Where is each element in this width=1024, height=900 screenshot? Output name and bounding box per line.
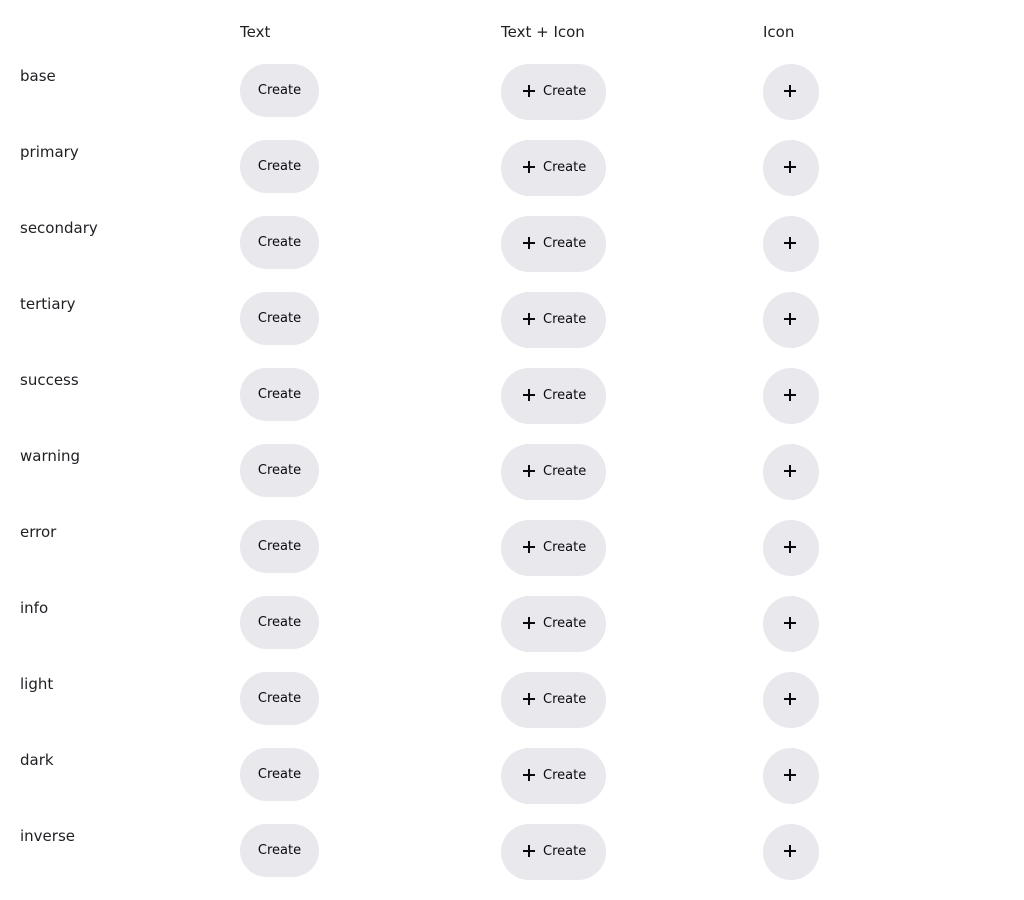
create-button-icon[interactable] bbox=[763, 140, 819, 196]
variant-label: warning bbox=[20, 447, 81, 465]
plus-icon bbox=[784, 161, 797, 174]
variant-label: inverse bbox=[20, 827, 75, 845]
plus-icon bbox=[784, 85, 797, 98]
create-button-icon[interactable] bbox=[763, 444, 819, 500]
plus-icon bbox=[784, 769, 797, 782]
variant-row: info Create Create bbox=[0, 596, 1024, 672]
plus-icon bbox=[784, 617, 797, 630]
create-button-text[interactable]: Create bbox=[240, 824, 319, 877]
create-button-text[interactable]: Create bbox=[240, 64, 319, 117]
create-button-icon[interactable] bbox=[763, 824, 819, 880]
create-button-label: Create bbox=[543, 312, 587, 327]
create-button-label: Create bbox=[543, 464, 587, 479]
variant-label: success bbox=[20, 371, 79, 389]
plus-icon bbox=[523, 617, 536, 630]
plus-icon bbox=[784, 845, 797, 858]
create-button-text[interactable]: Create bbox=[240, 596, 319, 649]
create-button-label: Create bbox=[543, 768, 587, 783]
create-button-text-icon[interactable]: Create bbox=[501, 368, 606, 424]
create-button-label: Create bbox=[543, 236, 587, 251]
create-button-label: Create bbox=[543, 616, 587, 631]
create-button-text[interactable]: Create bbox=[240, 520, 319, 573]
column-header-text: Text bbox=[240, 23, 271, 41]
column-header-text-icon: Text + Icon bbox=[501, 23, 585, 41]
variant-label: base bbox=[20, 67, 56, 85]
create-button-label: Create bbox=[543, 844, 587, 859]
create-button-text-icon[interactable]: Create bbox=[501, 444, 606, 500]
create-button-text[interactable]: Create bbox=[240, 672, 319, 725]
create-button-label: Create bbox=[543, 388, 587, 403]
create-button-icon[interactable] bbox=[763, 216, 819, 272]
create-button-label: Create bbox=[543, 540, 587, 555]
plus-icon bbox=[784, 313, 797, 326]
plus-icon bbox=[784, 693, 797, 706]
create-button-text-icon[interactable]: Create bbox=[501, 672, 606, 728]
create-button-icon[interactable] bbox=[763, 368, 819, 424]
variant-row: tertiary Create Create bbox=[0, 292, 1024, 368]
variant-row: inverse Create Create bbox=[0, 824, 1024, 900]
create-button-icon[interactable] bbox=[763, 520, 819, 576]
create-button-text[interactable]: Create bbox=[240, 748, 319, 801]
create-button-label: Create bbox=[543, 160, 587, 175]
create-button-icon[interactable] bbox=[763, 292, 819, 348]
variant-row: success Create Create bbox=[0, 368, 1024, 444]
plus-icon bbox=[523, 237, 536, 250]
create-button-text[interactable]: Create bbox=[240, 368, 319, 421]
variant-label: error bbox=[20, 523, 57, 541]
plus-icon bbox=[523, 389, 536, 402]
plus-icon bbox=[784, 389, 797, 402]
variant-row: secondary Create Create bbox=[0, 216, 1024, 292]
variant-row: base Create Create bbox=[0, 64, 1024, 140]
create-button-text[interactable]: Create bbox=[240, 444, 319, 497]
create-button-label: Create bbox=[543, 692, 587, 707]
variant-label: light bbox=[20, 675, 54, 693]
create-button-text[interactable]: Create bbox=[240, 216, 319, 269]
variant-label: tertiary bbox=[20, 295, 76, 313]
column-header-icon: Icon bbox=[763, 23, 795, 41]
plus-icon bbox=[523, 465, 536, 478]
create-button-text[interactable]: Create bbox=[240, 140, 319, 193]
variant-label: dark bbox=[20, 751, 54, 769]
create-button-icon[interactable] bbox=[763, 748, 819, 804]
plus-icon bbox=[784, 465, 797, 478]
plus-icon bbox=[523, 313, 536, 326]
variant-row: light Create Create bbox=[0, 672, 1024, 748]
variant-row: dark Create Create bbox=[0, 748, 1024, 824]
create-button-icon[interactable] bbox=[763, 672, 819, 728]
variant-label: info bbox=[20, 599, 49, 617]
create-button-text[interactable]: Create bbox=[240, 292, 319, 345]
create-button-icon[interactable] bbox=[763, 596, 819, 652]
variant-row: primary Create Create bbox=[0, 140, 1024, 216]
plus-icon bbox=[523, 693, 536, 706]
plus-icon bbox=[523, 161, 536, 174]
plus-icon bbox=[784, 237, 797, 250]
create-button-text-icon[interactable]: Create bbox=[501, 140, 606, 196]
create-button-text-icon[interactable]: Create bbox=[501, 596, 606, 652]
create-button-text-icon[interactable]: Create bbox=[501, 292, 606, 348]
variant-label: secondary bbox=[20, 219, 98, 237]
plus-icon bbox=[523, 769, 536, 782]
create-button-icon[interactable] bbox=[763, 64, 819, 120]
plus-icon bbox=[523, 85, 536, 98]
create-button-text-icon[interactable]: Create bbox=[501, 520, 606, 576]
create-button-label: Create bbox=[543, 84, 587, 99]
plus-icon bbox=[523, 845, 536, 858]
variant-row: error Create Create bbox=[0, 520, 1024, 596]
create-button-text-icon[interactable]: Create bbox=[501, 216, 606, 272]
plus-icon bbox=[523, 541, 536, 554]
create-button-text-icon[interactable]: Create bbox=[501, 64, 606, 120]
plus-icon bbox=[784, 541, 797, 554]
variant-label: primary bbox=[20, 143, 79, 161]
create-button-text-icon[interactable]: Create bbox=[501, 824, 606, 880]
variant-row: warning Create Create bbox=[0, 444, 1024, 520]
create-button-text-icon[interactable]: Create bbox=[501, 748, 606, 804]
